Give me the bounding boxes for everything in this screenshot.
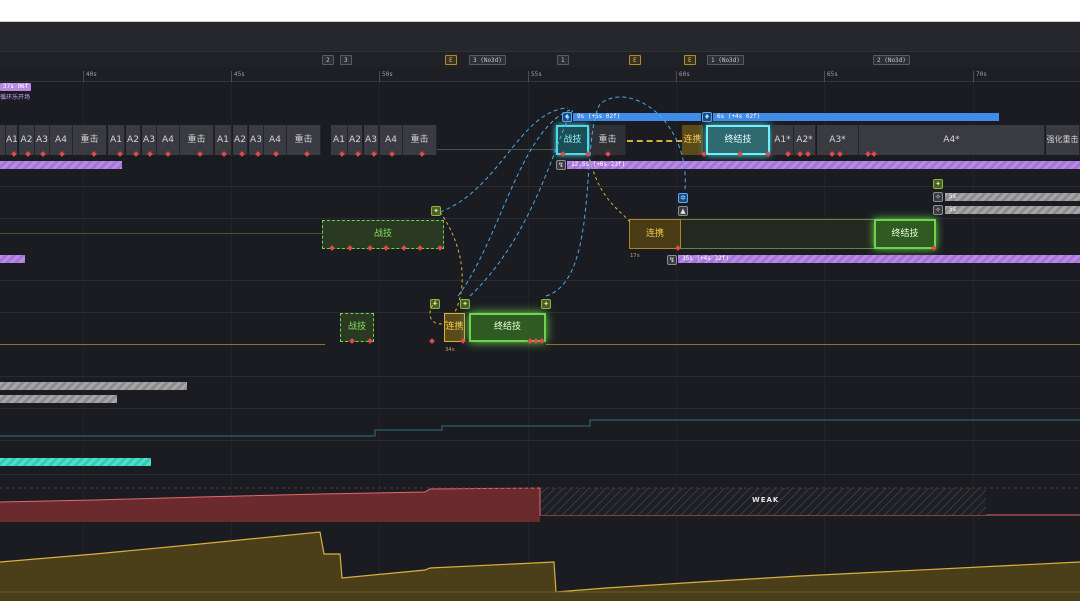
link-curves — [429, 96, 686, 325]
